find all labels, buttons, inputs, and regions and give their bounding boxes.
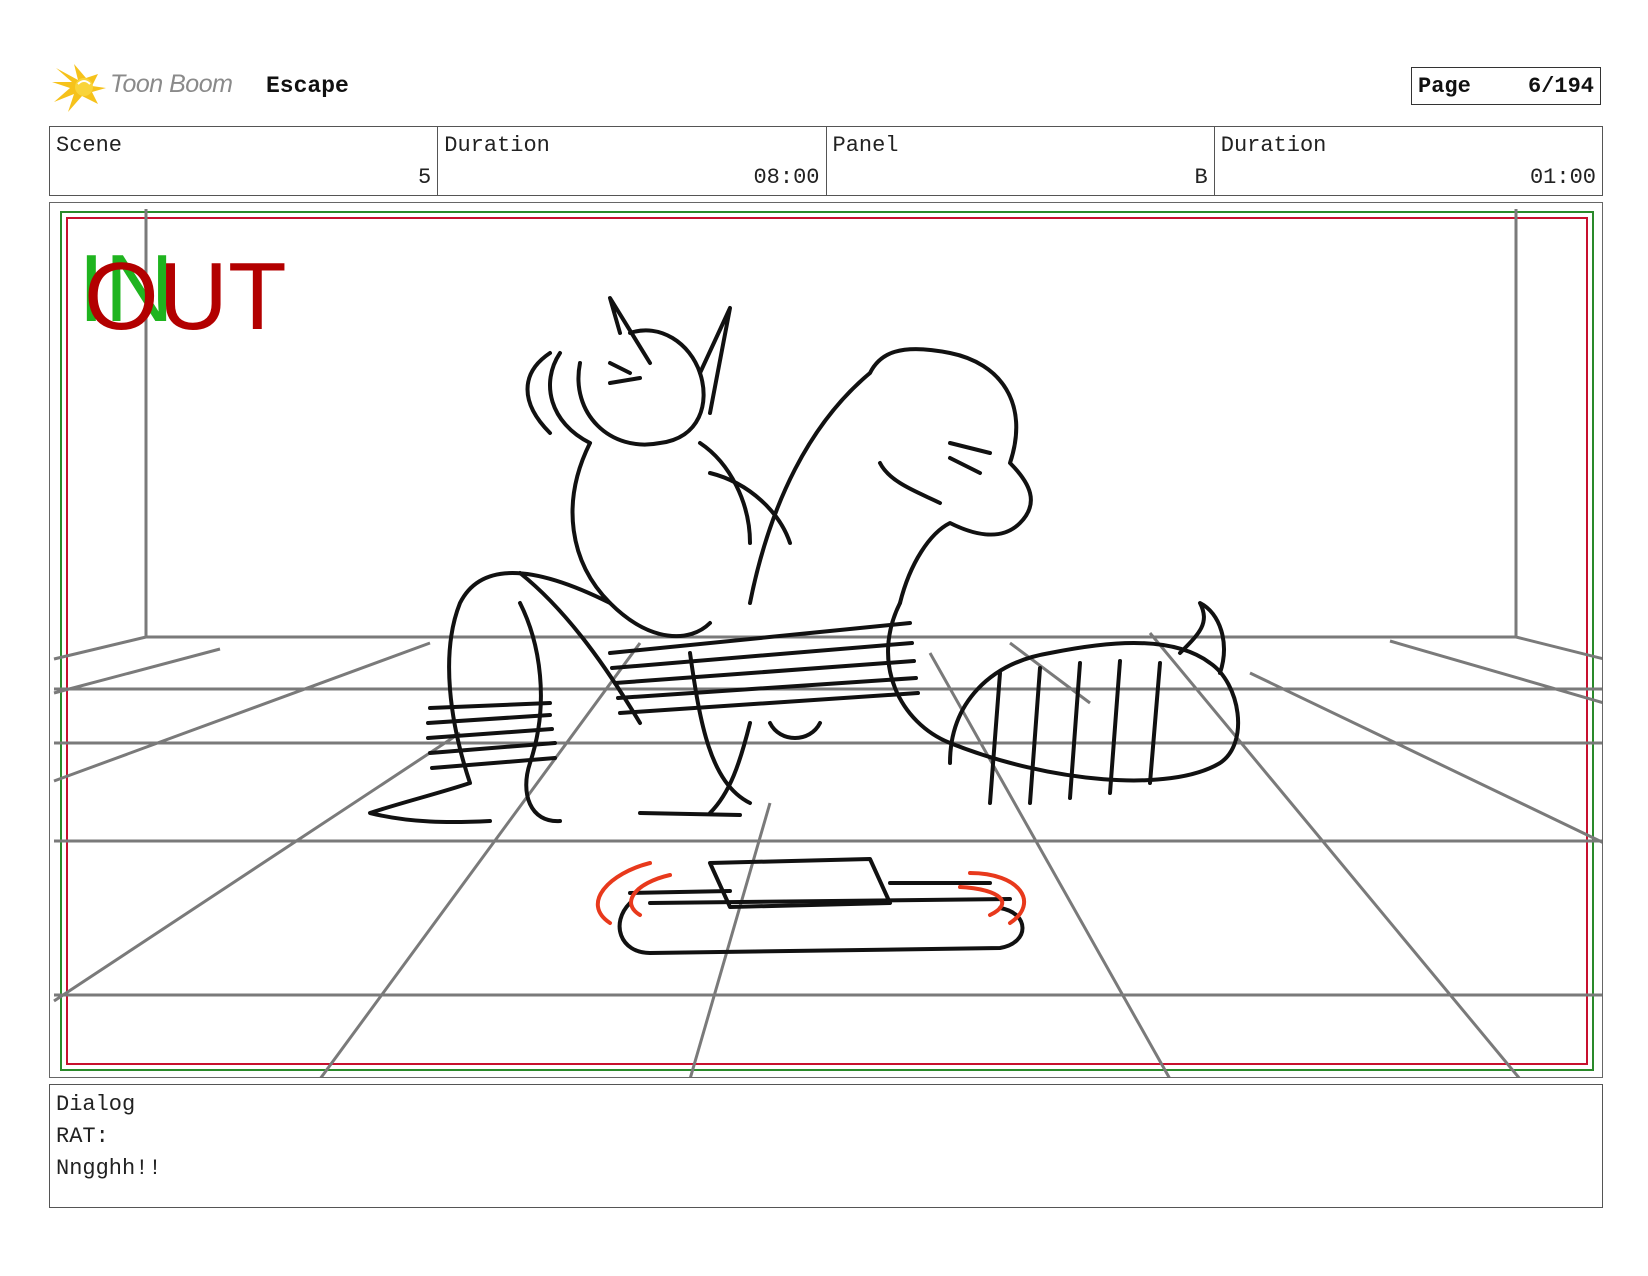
title-safe-frame [66,217,1588,1065]
storyboard-panel: IN OUT [49,202,1603,1078]
out-marker: OUT [84,243,287,350]
panel-info-bar: Scene 5 Duration 08:00 Panel B Duration … [49,126,1603,196]
dialog-label: Dialog [56,1092,136,1117]
panel-duration-cell: Duration 01:00 [1215,127,1602,195]
panel-label: Panel [832,133,899,158]
project-title: Escape [266,73,349,99]
page-label: Page [1418,74,1471,99]
toon-boom-star-icon [52,64,106,112]
page-counter: Page 6/194 [1411,67,1601,105]
panel-cell: Panel B [827,127,1215,195]
panel-duration-value: 01:00 [1529,165,1596,190]
scene-label: Scene [56,133,123,158]
panel-value: B [1194,165,1208,190]
panel-sketch: IN OUT [53,209,1602,1077]
page-value: 6/194 [1527,74,1594,99]
brand-name: Toon Boom [110,70,233,98]
panel-duration-label: Duration [1220,133,1327,158]
scene-value: 5 [418,165,432,190]
scene-duration-value: 08:00 [753,165,820,190]
scene-duration-cell: Duration 08:00 [438,127,827,195]
dialog-speaker: RAT: [56,1124,109,1149]
dialog-box: Dialog RAT: Nngghh!! [49,1084,1603,1208]
scene-cell: Scene 5 [50,127,439,195]
dialog-line: Nngghh!! [56,1156,162,1181]
sketch-rat-and-snake-tied-icon [368,296,1241,955]
action-safe-frame [60,211,1594,1071]
scene-duration-label: Duration [444,133,550,158]
